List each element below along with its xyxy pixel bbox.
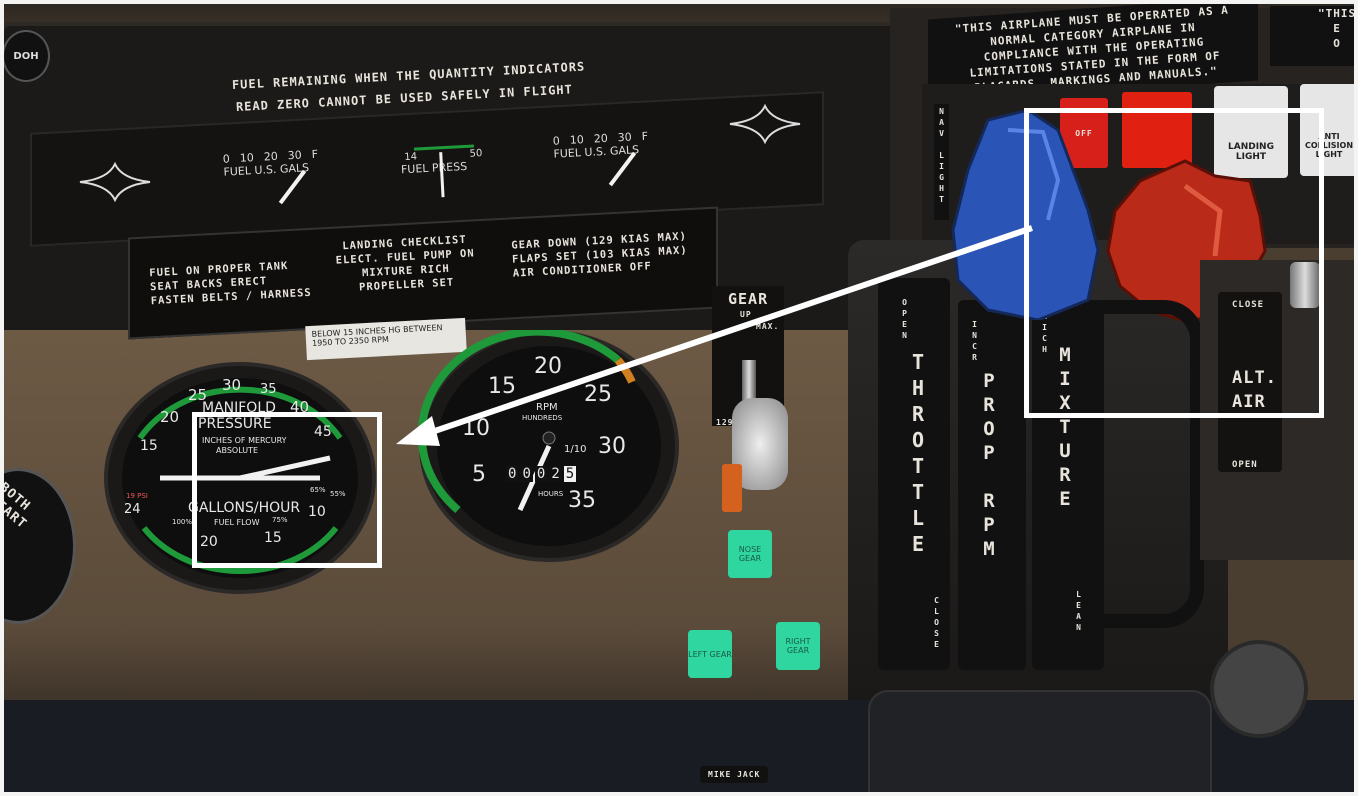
decorative-star-right-icon: [729, 104, 801, 144]
fuel-gauge-left: 0 10 20 30 F FUEL U.S. GALS: [209, 147, 342, 214]
right-gear-label: RIGHT GEAR: [785, 637, 811, 655]
nose-gear-label: NOSE GEAR: [738, 545, 762, 563]
tick: F: [311, 147, 319, 162]
callout-box-fuel-flow: [192, 412, 382, 568]
left-gear-label: LEFT GEAR: [688, 649, 732, 659]
decorative-star-left-icon: [79, 162, 151, 202]
placard-line: "THIS: [1318, 7, 1357, 20]
hobbs-hours-label: HOURS: [538, 490, 564, 498]
callout-arrow-icon: [396, 225, 1033, 446]
hobbs-meter: 0 0 0 2 5: [506, 466, 577, 482]
callout-box-knobs: [1024, 108, 1324, 418]
scale-label: 20: [160, 408, 180, 426]
hobbs-digit: 0: [520, 466, 533, 482]
pct-label: 100%: [172, 518, 193, 526]
lower-right-trim-wheel[interactable]: [1210, 640, 1308, 738]
mixture-lean-label: LEAN: [1074, 590, 1083, 634]
hobbs-digit: 0: [534, 466, 548, 482]
mike-jack-label[interactable]: MIKE JACK: [700, 766, 769, 783]
tick: 50: [469, 148, 483, 160]
gear-warning-light: [722, 464, 742, 512]
hobbs-digit: 0: [506, 466, 519, 482]
tick: 14: [404, 151, 418, 164]
left-knob-label: DOH: [13, 50, 39, 62]
tick: 0: [552, 134, 561, 148]
scale-label: 35: [260, 382, 277, 397]
placard-line: E: [1333, 22, 1341, 35]
tick: 30: [617, 130, 633, 145]
tick: 10: [239, 151, 255, 165]
tick: 0: [222, 152, 231, 166]
tick: 30: [287, 148, 303, 163]
psi-label: 19 PSI: [126, 492, 148, 500]
throttle-close-label: CLOSE: [932, 596, 941, 651]
scale-label: 30: [222, 376, 242, 394]
control-yoke-base: [868, 690, 1212, 796]
tick: 20: [593, 131, 609, 146]
nav-light-label: NAV LIGHT: [934, 104, 949, 220]
hobbs-digit: 2: [549, 466, 562, 482]
nose-gear-light: NOSE GEAR: [728, 530, 772, 578]
scale-label: 24: [124, 502, 141, 517]
operating-placard-partial-text: "THIS E O: [1318, 6, 1356, 51]
left-knob[interactable]: DOH: [2, 30, 50, 82]
alt-air-open-label: OPEN: [1232, 460, 1258, 470]
fuel-press-gauge: 14 50 FUEL PRESS: [394, 137, 497, 198]
fuel-gauge-right: 0 10 20 30 F FUEL U.S. GALS: [539, 129, 672, 196]
scale-label: 5: [472, 462, 486, 487]
scale-label: 35: [568, 488, 596, 513]
tick: 20: [263, 149, 279, 164]
left-gear-light: LEFT GEAR: [688, 630, 732, 678]
right-gear-light: RIGHT GEAR: [776, 622, 820, 670]
placard-line: O: [1333, 37, 1341, 50]
lower-ledge: [0, 630, 900, 710]
checklist-col1: FUEL ON PROPER TANK SEAT BACKS ERECT FAS…: [149, 258, 312, 308]
cockpit-panel-scene: FUEL REMAINING WHEN THE QUANTITY INDICAT…: [0, 0, 1358, 796]
scale-label: 15: [140, 438, 158, 454]
tick: F: [641, 129, 649, 144]
tick: 10: [569, 133, 585, 147]
hobbs-digit: 5: [563, 466, 577, 482]
